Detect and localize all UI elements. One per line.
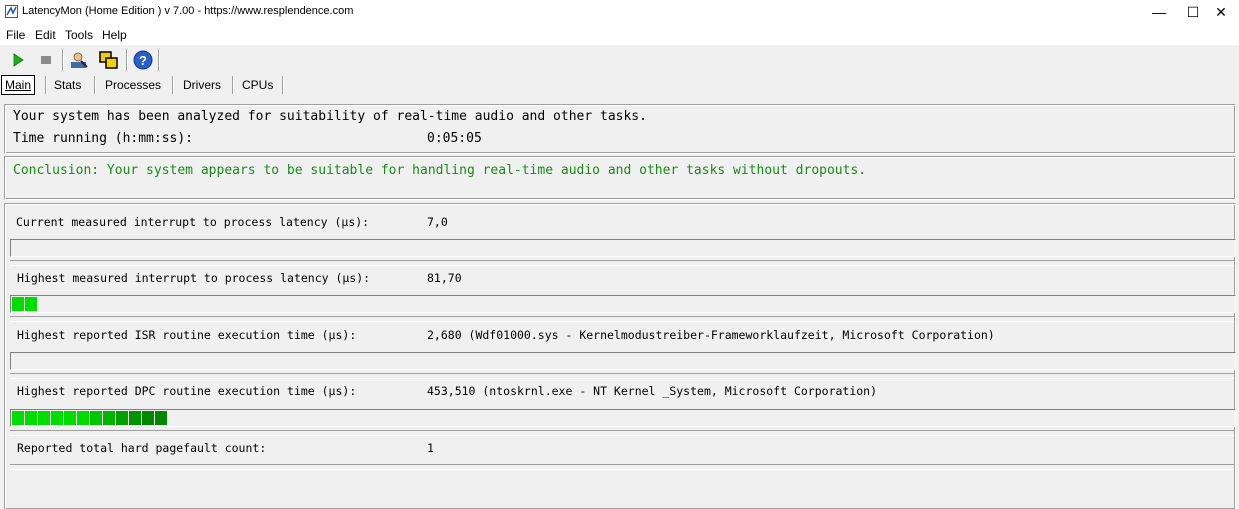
menu-file[interactable]: File [6,28,25,42]
tab-cpus[interactable]: CPUs [239,76,276,94]
metric-label: Highest reported DPC routine execution t… [17,384,357,398]
tab-stats[interactable]: Stats [51,76,84,94]
time-running-value: 0:05:05 [427,131,482,146]
bar-segment [116,411,128,425]
toolbar-separator [158,49,160,71]
bar-segment [12,297,24,311]
metric-value: 1 [427,441,434,455]
tab-processes[interactable]: Processes [102,76,164,94]
metric-label: Current measured interrupt to process la… [16,215,370,229]
user-icon[interactable] [68,49,90,71]
row-divider [10,373,1234,379]
menu-bar: File Edit Tools Help [0,26,1239,44]
bar-segment [142,411,154,425]
tab-label: Stats [54,78,82,92]
toolbar: ? [0,45,1239,73]
window-title: LatencyMon (Home Edition ) v 7.00 - http… [22,5,354,17]
tab-main[interactable]: Main [1,75,36,95]
metric-value: 7,0 [427,215,448,229]
conclusion-text: Conclusion: Your system appears to be su… [13,163,867,178]
row-divider [10,430,1234,436]
metric-label: Highest reported ISR routine execution t… [17,328,357,342]
app-icon [5,5,18,18]
time-running-label: Time running (h:mm:ss): [13,131,194,146]
bar-segment [12,411,24,425]
metric-value: 2,680 (Wdf01000.sys - Kernelmodustreiber… [427,328,995,342]
tab-label: CPUs [242,78,274,92]
bar-segment [77,411,89,425]
dpc-time-bar [10,409,1236,427]
tab-drivers[interactable]: Drivers [180,76,224,94]
metric-value: 81,70 [427,271,462,285]
conclusion-group: Conclusion: Your system appears to be su… [4,156,1236,200]
tab-separator [232,76,234,94]
tab-separator [282,76,284,94]
analysis-text: Your system has been analyzed for suitab… [13,109,647,124]
tab-separator [172,76,174,94]
tab-bar: Main Stats Processes Drivers CPUs [0,73,1239,97]
row-divider [10,464,1234,470]
metric-label: Reported total hard pagefault count: [17,441,267,455]
row-divider [10,260,1234,266]
toolbar-separator [126,49,128,71]
bar-segment [51,411,63,425]
menu-help[interactable]: Help [102,28,127,42]
svg-text:?: ? [139,53,147,68]
tab-label: Main [5,78,32,92]
highest-latency-bar [10,295,1236,313]
metric-label: Highest measured interrupt to process la… [17,271,371,285]
menu-edit[interactable]: Edit [35,28,56,42]
bar-segment [38,411,50,425]
bar-segment [90,411,102,425]
row-divider [10,316,1234,322]
bar-segment [155,411,167,425]
isr-time-bar [10,352,1236,370]
metric-value: 453,510 (ntoskrnl.exe - NT Kernel _Syste… [427,384,878,398]
tab-label: Drivers [183,78,221,92]
bar-segment [129,411,141,425]
summary-group: Your system has been analyzed for suitab… [4,104,1236,154]
stop-icon[interactable] [35,49,57,71]
current-latency-bar [10,239,1236,257]
bar-segment [103,411,115,425]
close-button[interactable]: ✕ [1203,0,1239,24]
copy-windows-icon[interactable] [97,49,119,71]
title-bar: LatencyMon (Home Edition ) v 7.00 - http… [0,0,1239,24]
tab-separator [94,76,96,94]
toolbar-separator [62,49,64,71]
menu-tools[interactable]: Tools [65,28,93,42]
bar-segment [64,411,76,425]
tab-label: Processes [105,78,162,92]
bar-segment [25,297,37,311]
bar-segment [25,411,37,425]
help-icon[interactable]: ? [132,49,154,71]
tab-separator [45,76,47,94]
play-icon[interactable] [7,49,29,71]
